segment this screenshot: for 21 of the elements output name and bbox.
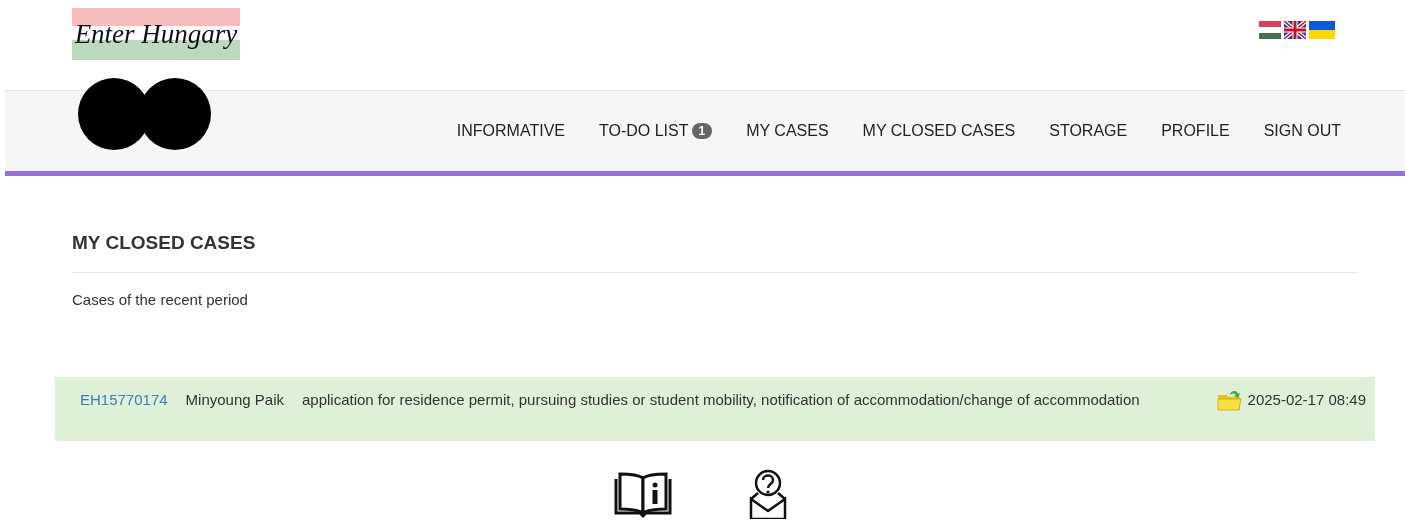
page-title: MY CLOSED CASES bbox=[72, 232, 257, 255]
hungary-flag-icon[interactable] bbox=[1259, 21, 1281, 39]
nav-link[interactable]: INFORMATIVE bbox=[439, 119, 582, 143]
uk-flag-icon[interactable] bbox=[1284, 21, 1306, 39]
nav-link[interactable]: MY CASES bbox=[729, 119, 846, 143]
help-envelope-icon[interactable] bbox=[747, 469, 788, 519]
case-date: 2025-02-17 08:49 bbox=[1247, 390, 1366, 410]
folder-icon bbox=[1216, 388, 1242, 411]
case-row[interactable]: EH15770174 Minyoung Paik application for residence permit, pursuing studies or student mobility, notification of accommodation/change of accommodation 2025-02-17 08:49 bbox=[55, 377, 1375, 441]
nav-link[interactable]: STORAGE bbox=[1032, 119, 1145, 143]
ukraine-flag-icon[interactable] bbox=[1309, 21, 1335, 39]
case-description: application for residence permit, pursuing studies or student mobility, notification of accommodation/change of accommodation bbox=[301, 390, 1141, 410]
nav-link[interactable]: MY CLOSED CASES bbox=[845, 119, 1033, 143]
nav-link[interactable]: SIGN OUT bbox=[1246, 119, 1358, 143]
count-badge: 1 bbox=[691, 123, 713, 139]
section-subtitle: Cases of the recent period bbox=[72, 291, 249, 308]
case-id-link[interactable]: EH15770174 bbox=[80, 388, 168, 411]
applicant-name: Minyoung Paik bbox=[185, 390, 284, 410]
nav-link[interactable]: PROFILE bbox=[1144, 119, 1247, 143]
nav-link[interactable]: TO-DO LIST 1 bbox=[582, 119, 730, 143]
logo[interactable]: Enter Hungary bbox=[72, 8, 240, 60]
